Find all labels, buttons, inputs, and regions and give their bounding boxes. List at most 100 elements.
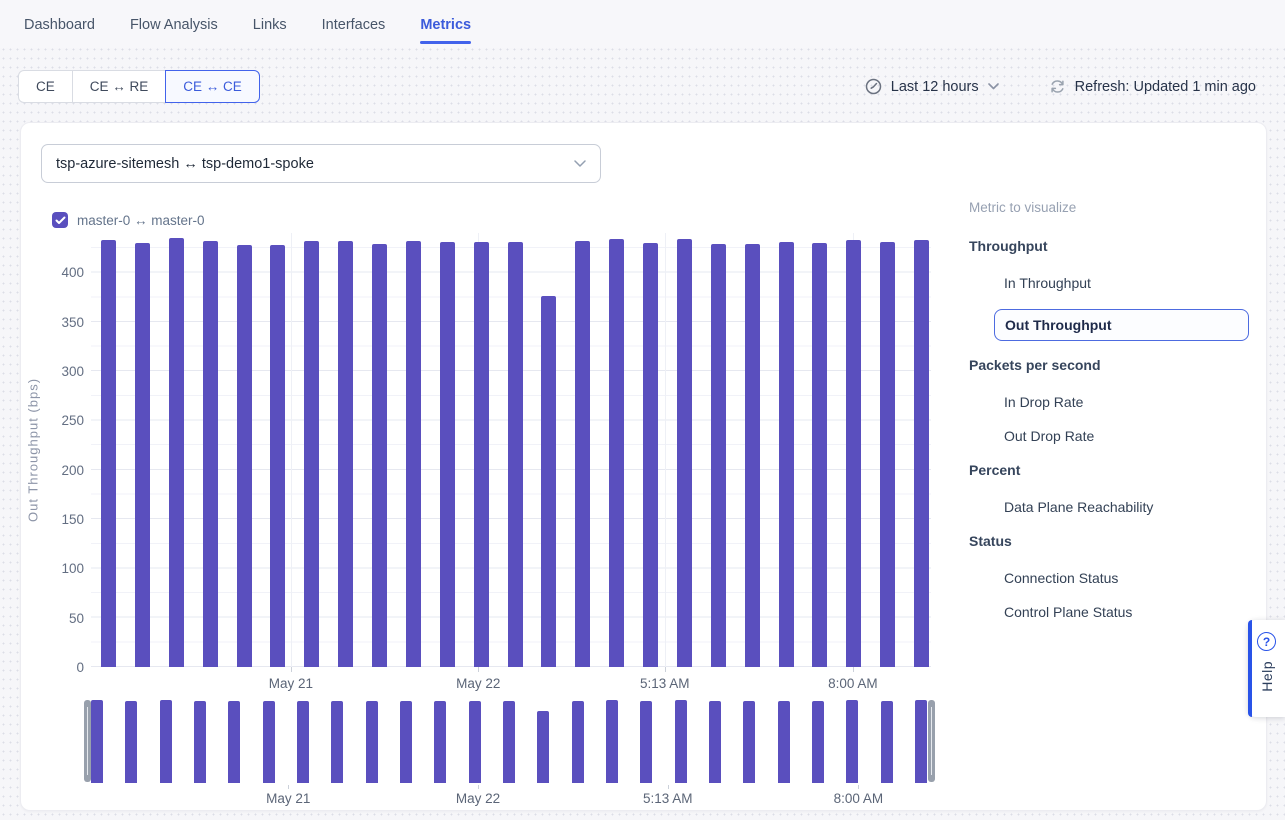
toolbar: CECE ↔ RECE ↔ CE Last 12 hours Refresh: … xyxy=(18,70,1256,103)
bar xyxy=(915,700,927,783)
time-range-value: Last 12 hours xyxy=(891,79,979,95)
question-circle-icon: ? xyxy=(1257,632,1276,651)
bar xyxy=(270,245,285,667)
bar xyxy=(508,242,523,667)
bar xyxy=(640,701,652,783)
nav-item-metrics[interactable]: Metrics xyxy=(420,3,471,46)
bar xyxy=(572,701,584,783)
x-tick-label: 5:13 AM xyxy=(643,791,693,806)
y-tick-label: 150 xyxy=(61,512,84,527)
x-tick-mark xyxy=(478,785,479,789)
help-button[interactable]: ? Help xyxy=(1248,620,1285,717)
tab-ce[interactable]: CE xyxy=(18,70,73,103)
bar xyxy=(779,242,794,667)
pair-select-value: tsp-azure-sitemesh ↔ tsp-demo1-spoke xyxy=(56,156,574,172)
bar xyxy=(846,240,861,667)
y-tick-label: 0 xyxy=(76,660,84,675)
metric-group-throughput: ThroughputIn ThroughputOut Throughput xyxy=(969,238,1271,341)
main-bar-chart[interactable]: Out Throughput (bps) 0501001502002503003… xyxy=(91,233,931,667)
nav-item-dashboard[interactable]: Dashboard xyxy=(24,3,95,46)
bar xyxy=(434,701,446,783)
navigator-x-axis-ticks: May 21May 225:13 AM8:00 AM xyxy=(84,791,935,811)
tab-ce-re[interactable]: CE ↔ RE xyxy=(72,70,167,103)
bar xyxy=(575,241,590,667)
metric-groups: ThroughputIn ThroughputOut ThroughputPac… xyxy=(969,238,1271,620)
y-axis-ticks: 050100150200250300350400 xyxy=(46,233,84,667)
x-tick-mark xyxy=(858,785,859,789)
bar xyxy=(778,701,790,783)
bar xyxy=(101,240,116,667)
bar xyxy=(812,701,824,783)
y-tick-label: 350 xyxy=(61,315,84,330)
bar xyxy=(643,243,658,667)
check-icon xyxy=(55,216,66,225)
metrics-panel: Metric to visualize ThroughputIn Through… xyxy=(969,200,1271,638)
x-tick-mark xyxy=(478,667,479,672)
metrics-panel-title: Metric to visualize xyxy=(969,200,1271,215)
refresh-icon xyxy=(1049,78,1066,95)
metric-item-data-plane-reachability[interactable]: Data Plane Reachability xyxy=(1004,499,1271,515)
bar xyxy=(237,245,252,667)
metric-group-label: Status xyxy=(969,533,1271,549)
bar xyxy=(609,239,624,667)
x-tick-label: May 22 xyxy=(456,676,500,691)
bar xyxy=(125,701,137,783)
bar xyxy=(675,700,687,783)
legend-row: master-0 ↔ master-0 xyxy=(52,207,956,233)
metrics-card: tsp-azure-sitemesh ↔ tsp-demo1-spoke mas… xyxy=(20,122,1267,811)
bar xyxy=(194,701,206,783)
time-range-dropdown[interactable]: Last 12 hours xyxy=(865,78,999,95)
tab-ce-ce[interactable]: CE ↔ CE xyxy=(165,70,260,103)
series-checkbox[interactable] xyxy=(52,212,68,228)
bar xyxy=(745,244,760,667)
bar xyxy=(160,700,172,783)
metric-item-in-throughput[interactable]: In Throughput xyxy=(1004,275,1271,291)
metric-item-in-drop-rate[interactable]: In Drop Rate xyxy=(1004,394,1271,410)
bar xyxy=(881,701,893,783)
navigator-right-handle[interactable] xyxy=(928,700,935,782)
bar xyxy=(880,242,895,667)
series-legend-label: master-0 ↔ master-0 xyxy=(77,213,205,228)
bar xyxy=(263,701,275,783)
y-tick-label: 100 xyxy=(61,561,84,576)
y-tick-label: 400 xyxy=(61,265,84,280)
bar xyxy=(203,241,218,667)
metric-group-status: Status Connection Status Control Plane Sta… xyxy=(969,533,1271,620)
x-tick-mark xyxy=(291,667,292,672)
toolbar-right: Last 12 hours Refresh: Updated 1 min ago xyxy=(865,78,1256,95)
navigator-left-handle[interactable] xyxy=(84,700,91,782)
bar xyxy=(135,243,150,667)
y-tick-label: 50 xyxy=(69,611,84,626)
bar xyxy=(677,239,692,667)
clock-icon xyxy=(865,78,882,95)
bar xyxy=(846,700,858,783)
bar-series xyxy=(91,233,931,667)
refresh-control[interactable]: Refresh: Updated 1 min ago xyxy=(1049,78,1256,95)
metric-item-connection-status[interactable]: Connection Status xyxy=(1004,570,1271,586)
chart-navigator[interactable] xyxy=(84,699,935,783)
chart-area: master-0 ↔ master-0 Out Throughput (bps)… xyxy=(46,207,956,811)
bar xyxy=(474,242,489,667)
x-tick-label: 8:00 AM xyxy=(828,676,878,691)
x-tick-mark xyxy=(668,785,669,789)
bar xyxy=(606,700,618,783)
bar xyxy=(914,240,929,667)
bar xyxy=(169,238,184,667)
y-tick-label: 250 xyxy=(61,413,84,428)
metric-item-out-throughput[interactable]: Out Throughput xyxy=(994,309,1249,341)
entity-tab-group: CECE ↔ RECE ↔ CE xyxy=(18,70,260,103)
y-tick-label: 300 xyxy=(61,364,84,379)
metric-group-percent: PercentData Plane Reachability xyxy=(969,462,1271,515)
nav-item-interfaces[interactable]: Interfaces xyxy=(322,3,386,46)
metric-item-control-plane-status[interactable]: Control Plane Status xyxy=(1004,604,1271,620)
metric-group-packets-per-second: Packets per secondIn Drop RateOut Drop R… xyxy=(969,357,1271,444)
bar xyxy=(366,701,378,783)
nav-item-flow-analysis[interactable]: Flow Analysis xyxy=(130,3,218,46)
y-axis-label: Out Throughput (bps) xyxy=(25,233,41,667)
metric-item-out-drop-rate[interactable]: Out Drop Rate xyxy=(1004,428,1271,444)
pair-select[interactable]: tsp-azure-sitemesh ↔ tsp-demo1-spoke xyxy=(41,144,601,183)
x-tick-mark xyxy=(853,667,854,672)
nav-item-links[interactable]: Links xyxy=(253,3,287,46)
bar xyxy=(331,701,343,783)
bar xyxy=(812,243,827,667)
